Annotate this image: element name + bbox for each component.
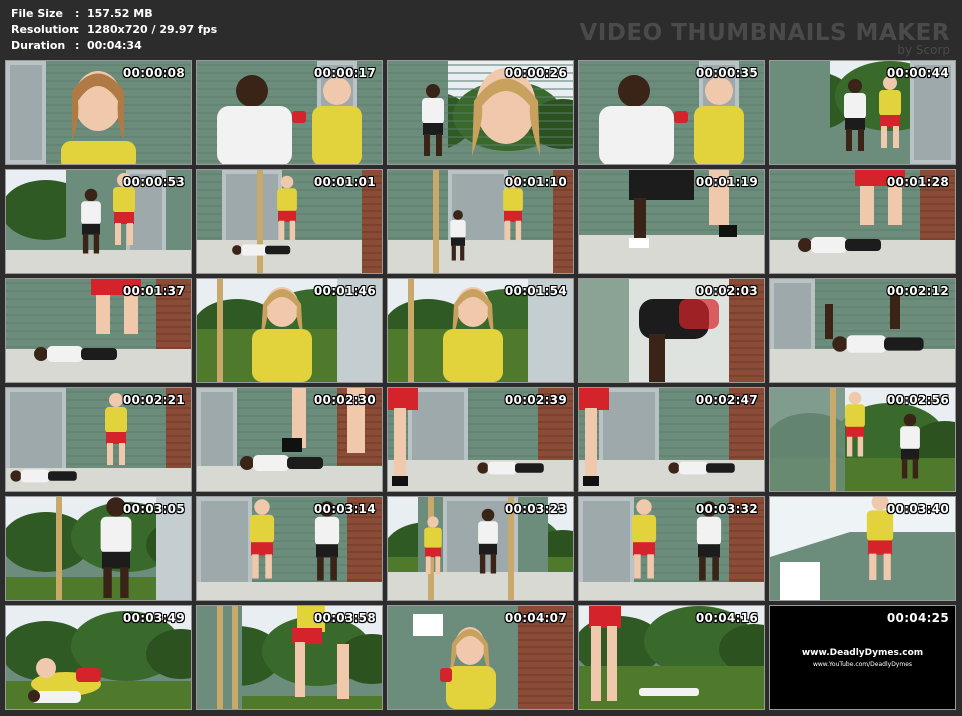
thumbnail-timestamp: 00:01:37 — [122, 284, 185, 298]
thumbnail-timestamp: 00:02:47 — [695, 393, 758, 407]
video-thumbnail: 00:03:58 — [196, 605, 383, 710]
thumbnail-timestamp: 00:02:03 — [695, 284, 758, 298]
video-thumbnail: 00:02:30 — [196, 387, 383, 492]
thumbnail-timestamp: 00:01:46 — [313, 284, 376, 298]
file-info-panel: File Size : 157.52 MB Resolution : 1280x… — [11, 6, 217, 54]
promo-site-link: www.DeadlyDymes.com — [801, 648, 924, 658]
file-size-value: 157.52 MB — [87, 7, 153, 20]
resolution-value: 1280x720 / 29.97 fps — [87, 23, 218, 36]
info-colon: : — [75, 7, 80, 20]
thumbnail-timestamp: 00:00:44 — [886, 66, 949, 80]
duration-row: Duration : 00:04:34 — [11, 38, 217, 54]
thumbnail-timestamp: 00:03:14 — [313, 502, 376, 516]
duration-value: 00:04:34 — [87, 39, 142, 52]
video-thumbnail: 00:00:17 — [196, 60, 383, 165]
watermark: VIDEO THUMBNAILS MAKER by Scorp — [579, 20, 950, 56]
thumbnail-timestamp: 00:01:10 — [504, 175, 567, 189]
video-thumbnail: 00:02:21 — [5, 387, 192, 492]
video-thumbnail: 00:03:49 — [5, 605, 192, 710]
video-thumbnail: www.DeadlyDymes.com www.YouTube.com/Deadl… — [769, 605, 956, 710]
video-thumbnail: 00:04:07 — [387, 605, 574, 710]
thumbnail-timestamp: 00:03:58 — [313, 611, 376, 625]
video-thumbnail: 00:02:12 — [769, 278, 956, 383]
thumbnail-timestamp: 00:02:39 — [504, 393, 567, 407]
video-thumbnail: 00:02:03 — [578, 278, 765, 383]
resolution-row: Resolution : 1280x720 / 29.97 fps — [11, 22, 217, 38]
thumbnail-timestamp: 00:02:12 — [886, 284, 949, 298]
video-thumbnail: 00:00:35 — [578, 60, 765, 165]
video-thumbnail: 00:03:23 — [387, 496, 574, 601]
thumbnail-timestamp: 00:00:17 — [313, 66, 376, 80]
video-thumbnail: 00:04:16 — [578, 605, 765, 710]
video-thumbnail: 00:01:54 — [387, 278, 574, 383]
video-thumbnail: 00:03:05 — [5, 496, 192, 601]
video-thumbnail: 00:00:44 — [769, 60, 956, 165]
thumbnail-timestamp: 00:00:26 — [504, 66, 567, 80]
thumbnail-timestamp: 00:02:56 — [886, 393, 949, 407]
video-thumbnail: 00:01:01 — [196, 169, 383, 274]
thumbnail-timestamp: 00:03:23 — [504, 502, 567, 516]
watermark-title: VIDEO THUMBNAILS MAKER — [579, 20, 950, 46]
video-thumbnail: 00:01:19 — [578, 169, 765, 274]
video-thumbnail: 00:02:47 — [578, 387, 765, 492]
video-thumbnail: 00:01:37 — [5, 278, 192, 383]
thumbnail-timestamp: 00:02:30 — [313, 393, 376, 407]
info-colon: : — [75, 23, 80, 36]
file-size-label: File Size — [11, 7, 63, 20]
video-thumbnail: 00:03:32 — [578, 496, 765, 601]
file-size-row: File Size : 157.52 MB — [11, 6, 217, 22]
video-thumbnail: 00:01:46 — [196, 278, 383, 383]
thumbnail-timestamp: 00:03:40 — [886, 502, 949, 516]
resolution-label: Resolution — [11, 23, 78, 36]
thumbnail-timestamp: 00:01:54 — [504, 284, 567, 298]
duration-label: Duration — [11, 39, 66, 52]
thumbnail-timestamp: 00:03:05 — [122, 502, 185, 516]
thumbnail-timestamp: 00:00:08 — [122, 66, 185, 80]
thumbnail-timestamp: 00:03:49 — [122, 611, 185, 625]
thumbnail-timestamp: 00:02:21 — [122, 393, 185, 407]
video-thumbnail: 00:03:40 — [769, 496, 956, 601]
thumbnail-timestamp: 00:04:07 — [504, 611, 567, 625]
video-thumbnail: 00:00:53 — [5, 169, 192, 274]
thumbnail-timestamp: 00:03:32 — [695, 502, 758, 516]
thumbnail-timestamp: 00:00:35 — [695, 66, 758, 80]
thumbnail-grid: 00:00:08 00:00:17 00:00:26 00:00:35 00:0… — [5, 60, 956, 710]
video-thumbnail: 00:00:26 — [387, 60, 574, 165]
thumbnail-timestamp: 00:01:28 — [886, 175, 949, 189]
info-colon: : — [75, 39, 80, 52]
promo-card: www.DeadlyDymes.com www.YouTube.com/Deadl… — [770, 646, 955, 670]
video-thumbnail: 00:01:10 — [387, 169, 574, 274]
video-thumbnail: 00:02:56 — [769, 387, 956, 492]
thumbnail-timestamp: 00:01:19 — [695, 175, 758, 189]
thumbnail-timestamp: 00:04:25 — [886, 611, 949, 625]
video-thumbnail: 00:03:14 — [196, 496, 383, 601]
promo-youtube-link: www.YouTube.com/DeadlyDymes — [812, 661, 913, 668]
thumbnail-timestamp: 00:00:53 — [122, 175, 185, 189]
video-thumbnail: 00:02:39 — [387, 387, 574, 492]
video-thumbnail: 00:01:28 — [769, 169, 956, 274]
video-thumbnail: 00:00:08 — [5, 60, 192, 165]
thumbnail-timestamp: 00:04:16 — [695, 611, 758, 625]
thumbnail-timestamp: 00:01:01 — [313, 175, 376, 189]
